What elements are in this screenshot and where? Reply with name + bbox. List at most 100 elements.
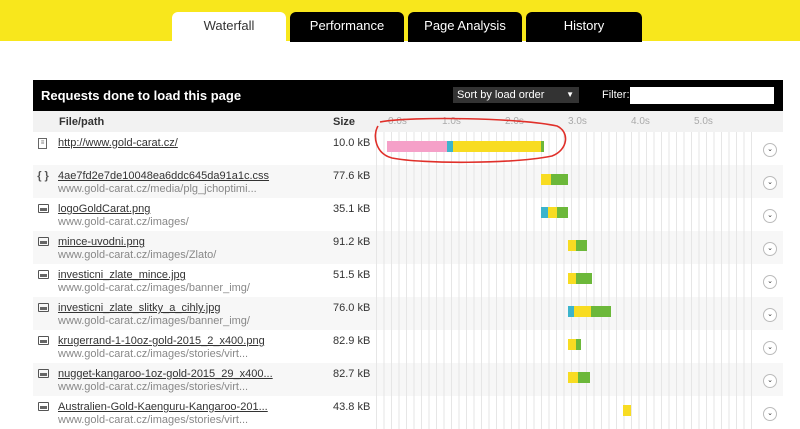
image-file-icon: [38, 402, 49, 411]
timing-bar-receive[interactable]: [541, 141, 545, 152]
timing-bar-wait[interactable]: [547, 207, 558, 218]
request-row[interactable]: investicni_zlate_slitky_a_cihly.jpg www.g…: [33, 297, 783, 330]
request-size: 77.6 kB: [333, 170, 371, 182]
request-row[interactable]: logoGoldCarat.png www.gold-carat.cz/image…: [33, 198, 783, 231]
request-host-path: www.gold-carat.cz/images/banner_img/: [58, 282, 250, 294]
request-url-link[interactable]: investicni_zlate_slitky_a_cihly.jpg: [58, 302, 220, 314]
expand-chevron-icon[interactable]: ⌄: [763, 308, 777, 322]
request-host-path: www.gold-carat.cz/images/Zlato/: [58, 249, 217, 261]
waterfall-timeline: [376, 297, 754, 330]
request-size: 43.8 kB: [333, 401, 371, 413]
column-header-path: File/path: [59, 116, 105, 128]
request-size: 82.7 kB: [333, 368, 371, 380]
html-page-icon: ≡: [38, 138, 47, 149]
timeline-tick: 1.0s: [442, 116, 461, 127]
request-row[interactable]: nugget-kangaroo-1oz-gold-2015_29_x400...…: [33, 363, 783, 396]
request-list: ≡ http://www.gold-carat.cz/10.0 kB ⌄ { } 4ae…: [33, 132, 783, 429]
timing-bar-receive[interactable]: [550, 174, 569, 185]
requests-panel: Requests done to load this page Sort by …: [33, 80, 783, 429]
timing-bar-wait[interactable]: [541, 174, 551, 185]
timing-bar-wait[interactable]: [453, 141, 542, 152]
request-url-link[interactable]: Australien-Gold-Kaenguru-Kangaroo-201...: [58, 401, 268, 413]
timing-bar-wait[interactable]: [568, 273, 576, 284]
expand-chevron-icon[interactable]: ⌄: [763, 143, 777, 157]
timing-bar-receive[interactable]: [576, 273, 593, 284]
css-file-icon: { }: [37, 170, 49, 182]
request-url-link[interactable]: krugerrand-1-10oz-gold-2015_2_x400.png: [58, 335, 265, 347]
waterfall-timeline: [376, 330, 754, 363]
filter-input[interactable]: [630, 87, 774, 104]
tab-waterfall[interactable]: Waterfall: [172, 12, 286, 42]
image-file-icon: [38, 369, 49, 378]
request-size: 10.0 kB: [333, 137, 371, 149]
expand-chevron-icon[interactable]: ⌄: [763, 209, 777, 223]
request-url-link[interactable]: 4ae7fd2e7de10048ea6ddc645da91a1c.css: [58, 170, 269, 182]
image-file-icon: [38, 336, 49, 345]
image-file-icon: [38, 204, 49, 213]
image-file-icon: [38, 237, 49, 246]
expand-chevron-icon[interactable]: ⌄: [763, 374, 777, 388]
tab-history[interactable]: History: [526, 12, 642, 42]
waterfall-timeline: [376, 264, 754, 297]
request-row[interactable]: krugerrand-1-10oz-gold-2015_2_x400.png ww…: [33, 330, 783, 363]
column-header-size: Size: [333, 116, 356, 128]
timing-bar-wait[interactable]: [568, 339, 576, 350]
waterfall-timeline: [376, 396, 754, 429]
request-row[interactable]: investicni_zlate_mince.jpg www.gold-carat…: [33, 264, 783, 297]
request-url-link[interactable]: nugget-kangaroo-1oz-gold-2015_29_x400...: [58, 368, 273, 380]
request-host-path: www.gold-carat.cz/images/stories/virt...: [58, 414, 249, 426]
request-host-path: www.gold-carat.cz/images/stories/virt...: [58, 348, 249, 360]
request-size: 51.5 kB: [333, 269, 371, 281]
timing-bar-receive[interactable]: [576, 240, 588, 251]
timing-bar-wait[interactable]: [574, 306, 592, 317]
timeline-tick: 0.0s: [388, 116, 407, 127]
request-host-path: www.gold-carat.cz/media/plg_jchoptimi...: [58, 183, 257, 195]
panel-title: Requests done to load this page: [41, 88, 242, 103]
waterfall-timeline: [376, 231, 754, 264]
request-row[interactable]: mince-uvodni.png www.gold-carat.cz/images…: [33, 231, 783, 264]
filter-label: Filter:: [602, 89, 630, 101]
sort-dropdown[interactable]: Sort by load order ▼: [453, 87, 579, 103]
timeline-tick: 2.0s: [505, 116, 524, 127]
request-row[interactable]: ≡ http://www.gold-carat.cz/10.0 kB ⌄: [33, 132, 783, 165]
timing-bar-wait[interactable]: [623, 405, 632, 416]
panel-header: Requests done to load this page Sort by …: [33, 80, 783, 111]
expand-chevron-icon[interactable]: ⌄: [763, 341, 777, 355]
expand-chevron-icon[interactable]: ⌄: [763, 407, 777, 421]
dropdown-arrow-icon: ▼: [566, 90, 574, 99]
timeline-tick: 3.0s: [568, 116, 587, 127]
waterfall-timeline: [376, 198, 754, 231]
request-url-link[interactable]: mince-uvodni.png: [58, 236, 145, 248]
image-file-icon: [38, 303, 49, 312]
expand-chevron-icon[interactable]: ⌄: [763, 242, 777, 256]
request-size: 91.2 kB: [333, 236, 371, 248]
timeline-tick: 5.0s: [694, 116, 713, 127]
request-row[interactable]: { } 4ae7fd2e7de10048ea6ddc645da91a1c.css w…: [33, 165, 783, 198]
request-host-path: www.gold-carat.cz/images/: [58, 216, 189, 228]
request-row[interactable]: Australien-Gold-Kaenguru-Kangaroo-201...…: [33, 396, 783, 429]
timing-bar-receive[interactable]: [576, 339, 582, 350]
column-header-row: File/path Size 0.0s 1.0s 2.0s 3.0s 4.0s …: [33, 111, 783, 132]
timing-bar-wait[interactable]: [568, 240, 576, 251]
expand-chevron-icon[interactable]: ⌄: [763, 176, 777, 190]
timing-bar-receive[interactable]: [591, 306, 611, 317]
sort-dropdown-label: Sort by load order: [457, 89, 545, 101]
waterfall-timeline: [376, 132, 754, 165]
request-url-link[interactable]: logoGoldCarat.png: [58, 203, 150, 215]
request-size: 76.0 kB: [333, 302, 371, 314]
tab-page-analysis[interactable]: Page Analysis: [408, 12, 522, 42]
tab-performance-grade[interactable]: Performance Grade: [290, 12, 404, 61]
timing-bar-wait[interactable]: [568, 372, 578, 383]
image-file-icon: [38, 270, 49, 279]
request-size: 82.9 kB: [333, 335, 371, 347]
request-host-path: www.gold-carat.cz/images/banner_img/: [58, 315, 250, 327]
timing-bar-blocking[interactable]: [387, 141, 447, 152]
expand-chevron-icon[interactable]: ⌄: [763, 275, 777, 289]
waterfall-timeline: [376, 165, 754, 198]
request-host-path: www.gold-carat.cz/images/stories/virt...: [58, 381, 249, 393]
timeline-tick: 4.0s: [631, 116, 650, 127]
timing-bar-receive[interactable]: [557, 207, 569, 218]
request-url-link[interactable]: http://www.gold-carat.cz/: [58, 137, 178, 149]
timing-bar-receive[interactable]: [577, 372, 590, 383]
request-url-link[interactable]: investicni_zlate_mince.jpg: [58, 269, 186, 281]
